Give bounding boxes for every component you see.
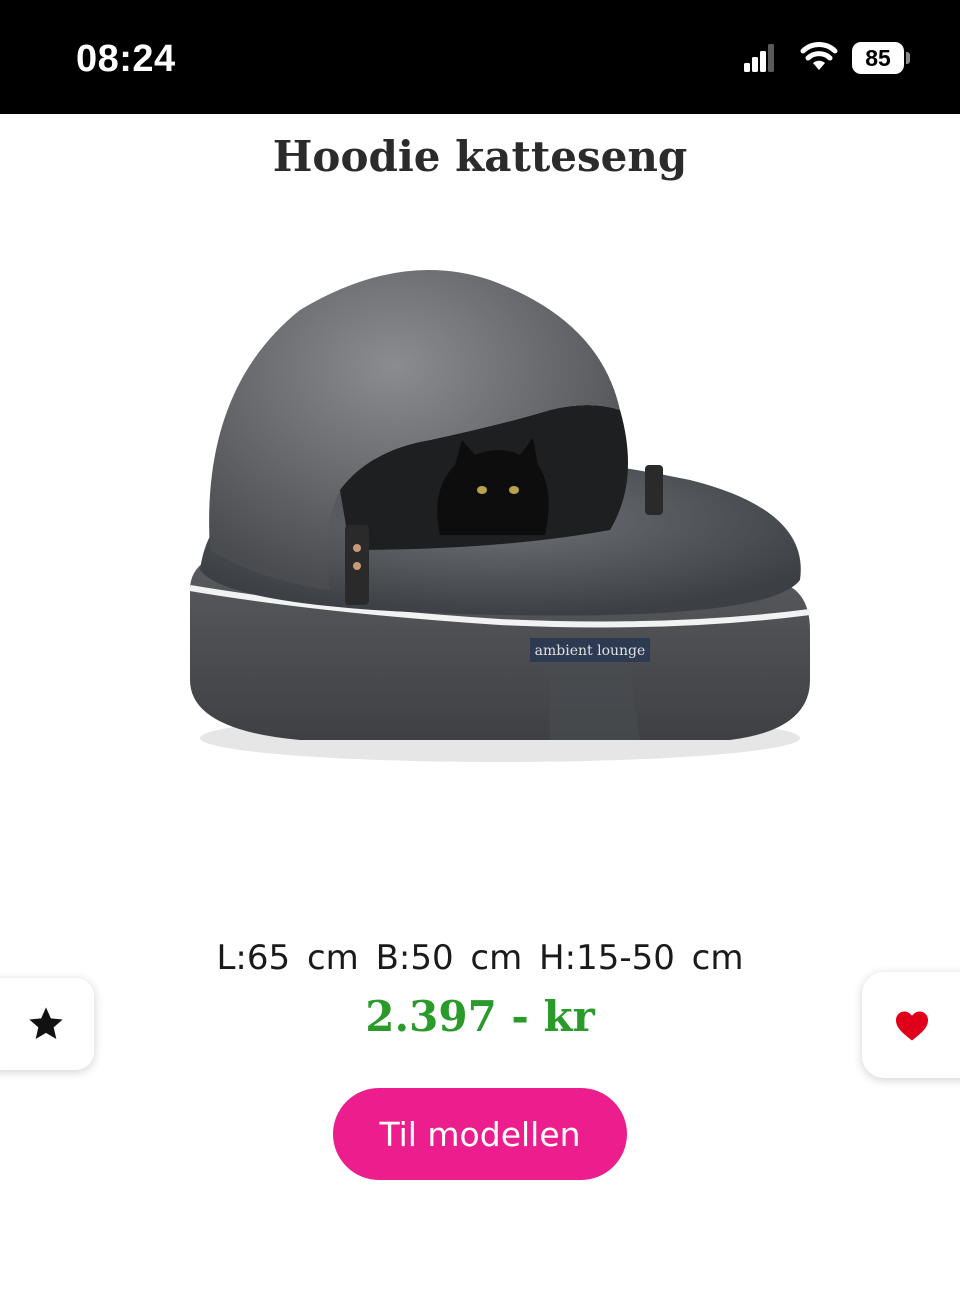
wifi-icon — [800, 42, 838, 70]
wishlist-heart-button[interactable] — [862, 972, 960, 1078]
product-price: 2.397 - kr — [365, 992, 595, 1041]
signal-icon — [744, 44, 774, 72]
heart-icon — [896, 1011, 928, 1041]
product-image: ambient lounge — [189, 270, 811, 762]
favorites-star-button[interactable] — [0, 978, 94, 1070]
status-time: 08:24 — [76, 38, 176, 80]
battery-icon: 85 — [852, 42, 910, 74]
battery-level: 85 — [865, 45, 891, 71]
page-title: Hoodie katteseng — [272, 132, 688, 181]
brand-label: ambient lounge — [535, 643, 646, 659]
status-bar: 08:24 85 — [0, 0, 960, 114]
star-icon — [29, 1007, 63, 1039]
view-model-button[interactable]: Til modellen — [333, 1088, 627, 1180]
product-dimensions: L:65 cm B:50 cm H:15-50 cm — [216, 938, 744, 978]
